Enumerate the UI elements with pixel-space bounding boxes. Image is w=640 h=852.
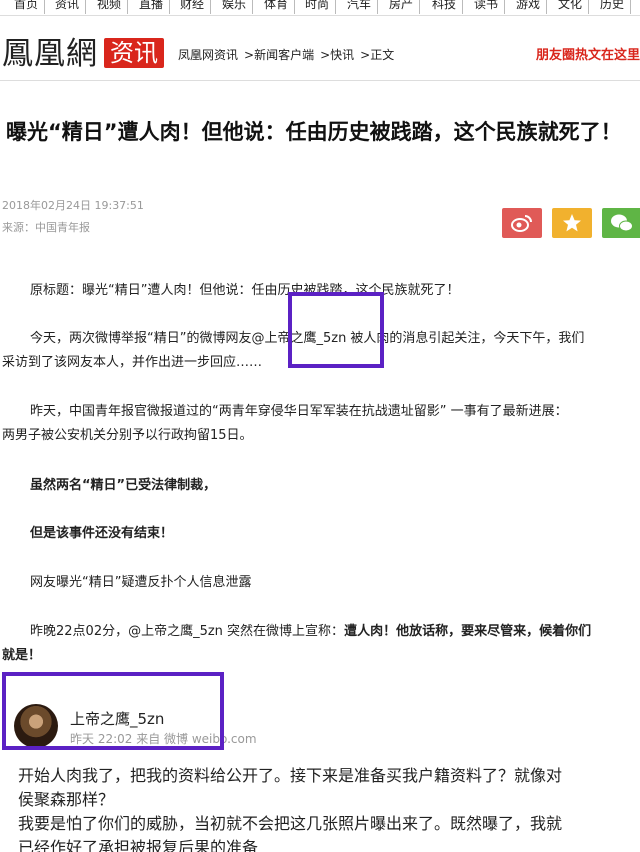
nav-item-live[interactable]: 直播 [139, 0, 171, 14]
nav-item-auto[interactable]: 汽车 [347, 0, 379, 14]
top-nav: 首页 资讯 视频 直播 财经 娱乐 体育 时尚 汽车 房产 科技 读书 游戏 文… [0, 0, 640, 16]
nav-item-house[interactable]: 房产 [389, 0, 421, 14]
weibo-line: 开始人肉我了，把我的资料给公开了。接下来是准备买我户籍资料了？就像对 [18, 766, 563, 785]
bold-paragraph: 但是该事件还没有结束！ [30, 526, 174, 541]
nav-item-culture[interactable]: 文化 [558, 0, 590, 14]
weibo-line: 已经作好了承担被报复后果的准备 [18, 838, 259, 852]
weibo-line: 我要是怕了你们的威胁，当初就不会把这几张照片曝出来了。既然曝了，我就 [18, 814, 563, 833]
highlight-box [2, 672, 224, 750]
nav-item-books[interactable]: 读书 [474, 0, 506, 14]
wechat-icon [611, 214, 633, 232]
nav-item-news[interactable]: 资讯 [55, 0, 87, 14]
highlight-box [288, 292, 384, 368]
nav-item-video[interactable]: 视频 [97, 0, 129, 14]
nav-item-finance[interactable]: 财经 [180, 0, 212, 14]
breadcrumb: 凤凰网资讯 >新闻客户端 >快讯 >正文 [178, 46, 400, 63]
nav-item-games[interactable]: 游戏 [516, 0, 548, 14]
channel-badge[interactable]: 资讯 [104, 38, 164, 68]
breadcrumb-item[interactable]: >新闻客户端 [244, 48, 314, 62]
site-logo[interactable]: 鳳凰網 [2, 36, 98, 72]
nav-item-ent[interactable]: 娱乐 [222, 0, 254, 14]
nav-item-sports[interactable]: 体育 [264, 0, 296, 14]
breadcrumb-item[interactable]: >快讯 [320, 48, 354, 62]
nav-item-home[interactable]: 首页 [14, 0, 46, 14]
promo-link[interactable]: 朋友圈热文在这里 [536, 44, 640, 63]
breadcrumb-item: >正文 [360, 48, 395, 62]
favorite-button[interactable] [552, 208, 592, 238]
nav-item-history[interactable]: 历史 [600, 0, 632, 14]
paragraph: 昨天，中国青年报官微报道过的“两青年穿侵华日军军装在抗战遗址留影” 一事有了最新… [30, 404, 568, 419]
brand-bar: 鳳凰網 资讯 凤凰网资讯 >新闻客户端 >快讯 >正文 朋友圈热文在这里 [0, 34, 640, 74]
share-weibo-button[interactable] [502, 208, 542, 238]
nav-item-fashion[interactable]: 时尚 [305, 0, 337, 14]
weibo-icon [511, 215, 532, 232]
article-source: 来源：中国青年报 [2, 221, 90, 234]
article-date: 2018年02月24日 19:37:51 [2, 199, 144, 212]
star-icon [563, 214, 581, 232]
share-wechat-button[interactable] [602, 208, 640, 238]
weibo-line: 侯聚森那样？ [18, 790, 115, 809]
article-title: 曝光“精日”遭人肉！但他说：任由历史被践踏，这个民族就死了！ [6, 120, 622, 144]
paragraph-text: 昨晚22点02分，@上帝之鹰_5zn 突然在微博上宣称： [30, 624, 345, 639]
paragraph-bold-text: 遭人肉！他放话称，要来尽管来，候着你们 [344, 624, 592, 639]
paragraph: 昨晚22点02分，@上帝之鹰_5zn 突然在微博上宣称：遭人肉！他放话称，要来尽… [30, 620, 640, 644]
weibo-post-text: 开始人肉我了，把我的资料给公开了。接下来是准备买我户籍资料了？就像对 侯聚森那样… [18, 764, 638, 852]
bold-paragraph: 虽然两名“精日”已受法律制裁， [30, 478, 217, 493]
paragraph: 两男子被公安机关分别予以行政拘留15日。 [2, 428, 253, 443]
bold-paragraph: 就是！ [2, 648, 42, 663]
header-divider [0, 80, 640, 81]
nav-item-tech[interactable]: 科技 [432, 0, 464, 14]
section-heading: 网友曝光“精日”疑遭反扑个人信息泄露 [30, 575, 252, 590]
breadcrumb-item[interactable]: 凤凰网资讯 [178, 48, 238, 62]
